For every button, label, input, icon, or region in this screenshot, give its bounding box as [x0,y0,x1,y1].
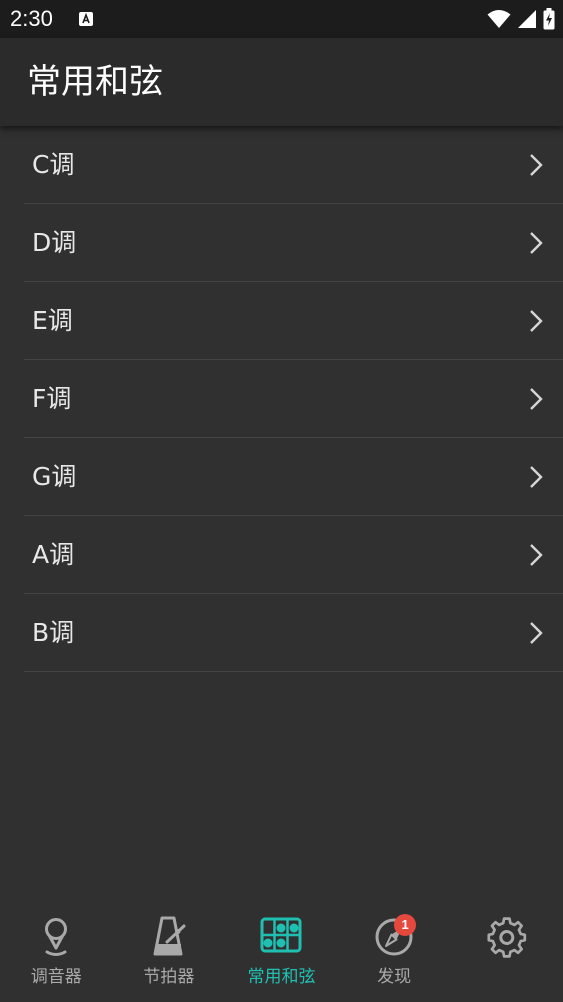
list-item-c[interactable]: C调 [24,126,563,204]
metronome-icon [153,916,186,956]
chevron-right-icon [530,544,543,566]
screen: 2:30 常用和弦 C调 D调 E调 F调 G调 A调 B调 调音器 节拍器 常… [0,0,563,1002]
chord-icon [260,917,302,953]
list-item-label: B调 [32,618,75,647]
settings-icon [487,917,526,958]
list-item-label: E调 [32,306,73,335]
chevron-right-icon [530,388,543,410]
chevron-right-icon [530,232,543,254]
list-item-b[interactable]: B调 [24,594,563,672]
nav-label: 节拍器 [143,967,195,987]
list-item-a[interactable]: A调 [24,516,563,594]
list-item-label: D调 [32,228,77,257]
nav-chords[interactable]: 常用和弦 [225,892,338,1002]
status-time: 2:30 [10,6,53,31]
list-item-label: F调 [32,384,72,413]
chevron-right-icon [530,154,543,176]
nav-label: 常用和弦 [247,967,316,987]
chevron-right-icon [530,466,543,488]
notification-badge: 1 [394,914,417,936]
signal-icon [518,10,536,28]
chevron-right-icon [530,310,543,332]
chevron-right-icon [530,622,543,644]
nav-tuner[interactable]: 调音器 [0,892,113,1002]
wifi-icon [487,10,511,28]
tuner-icon [45,918,68,956]
list-item-label: A调 [32,540,75,569]
list-item-f[interactable]: F调 [24,360,563,438]
status-bar: 2:30 [0,0,563,38]
a-notification-icon [79,12,93,26]
list-item-label: G调 [32,462,77,491]
nav-label: 调音器 [30,967,82,987]
list-item-label: C调 [32,150,75,179]
list-item-e[interactable]: E调 [24,282,563,360]
bottom-nav: 调音器 节拍器 常用和弦 1 发现 [0,892,563,1002]
nav-discover[interactable]: 1 发现 [338,892,451,1002]
key-list: C调 D调 E调 F调 G调 A调 B调 [0,126,563,672]
battery-charging-icon [543,8,555,30]
nav-metronome[interactable]: 节拍器 [113,892,226,1002]
nav-label: 发现 [377,967,412,987]
status-icons [487,7,555,31]
list-item-d[interactable]: D调 [24,204,563,282]
app-bar: 常用和弦 [0,38,563,126]
page-title: 常用和弦 [27,62,163,102]
list-item-g[interactable]: G调 [24,438,563,516]
nav-settings[interactable] [450,892,563,1002]
